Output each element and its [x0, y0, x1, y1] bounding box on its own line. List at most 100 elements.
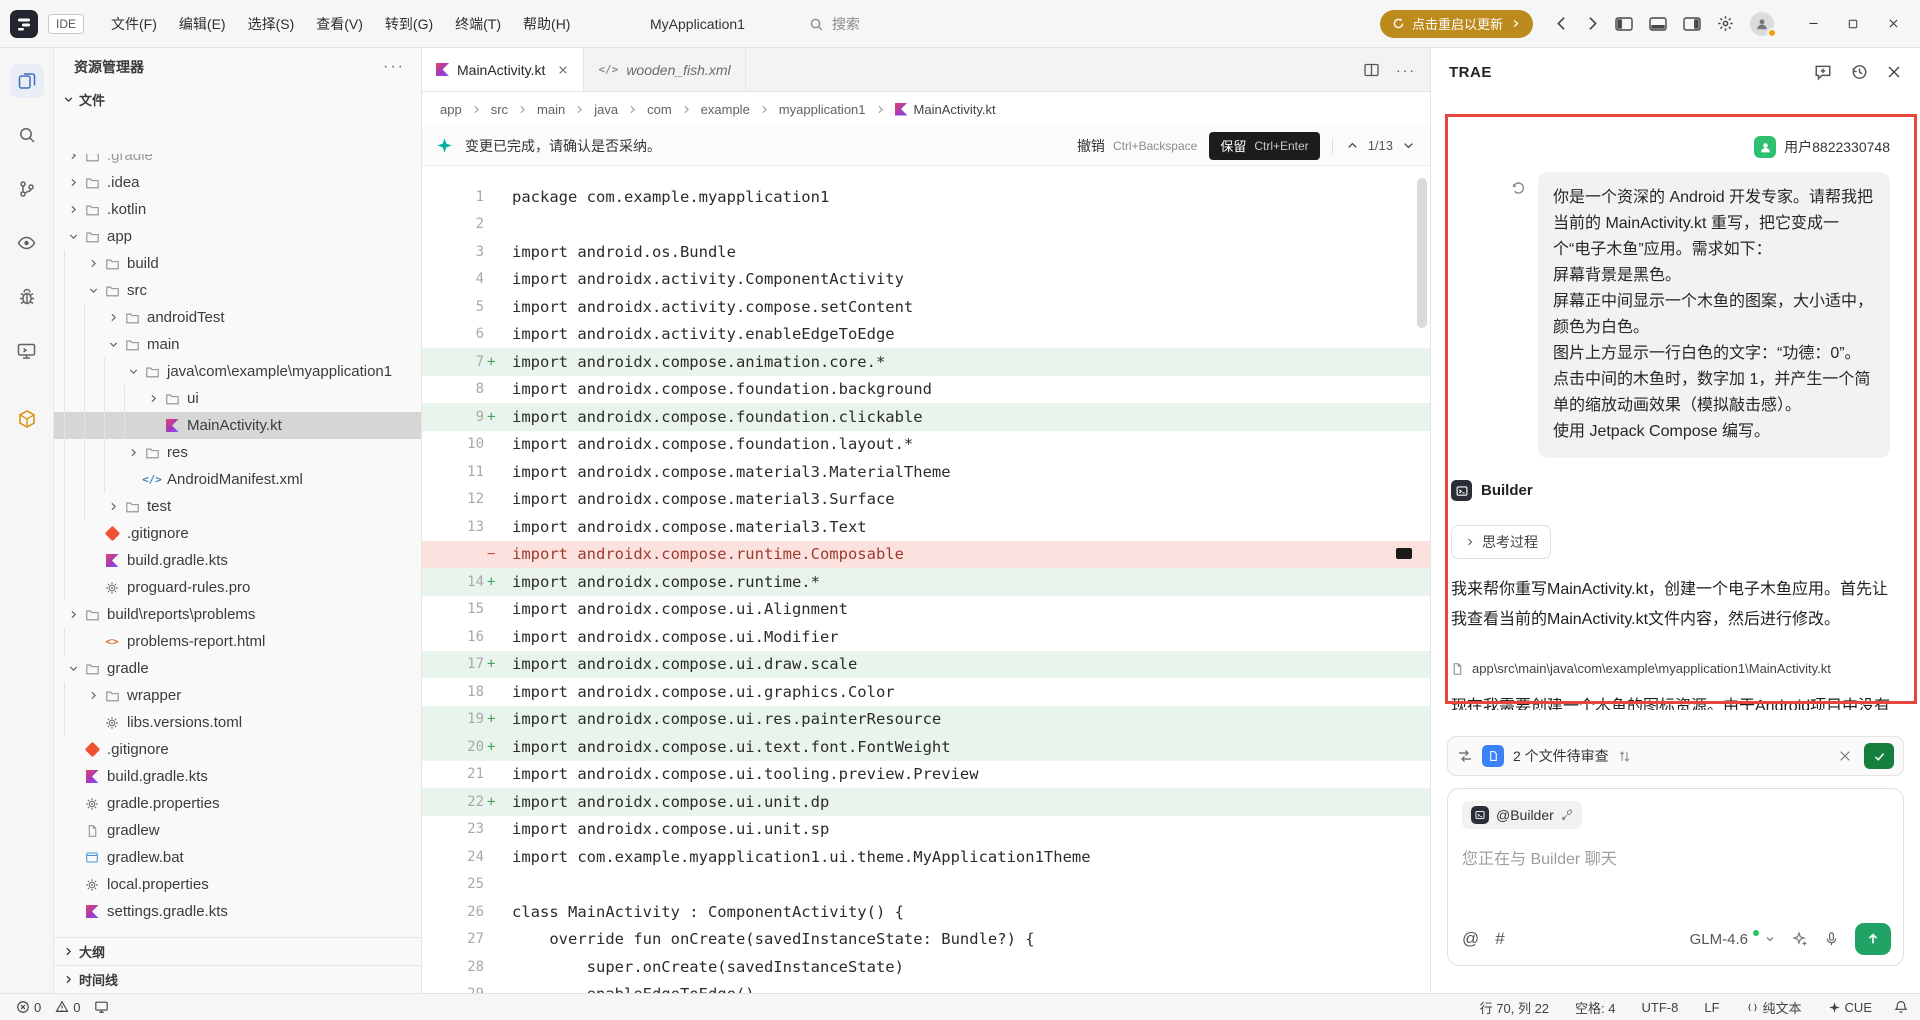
- tree-item-settings.gradle.kts[interactable]: settings.gradle.kts: [54, 898, 421, 925]
- code-line[interactable]: 25: [422, 871, 1430, 899]
- tree-item-gradlew[interactable]: gradlew: [54, 817, 421, 844]
- tree-item-build.gradle.kts[interactable]: build.gradle.kts: [54, 763, 421, 790]
- monitor-icon[interactable]: [90, 1000, 113, 1014]
- tree-item-test[interactable]: test: [54, 493, 421, 520]
- activity-source-control-icon[interactable]: [10, 172, 44, 206]
- code-line[interactable]: 21import androidx.compose.ui.tooling.pre…: [422, 761, 1430, 789]
- editor-scrollbar[interactable]: [1417, 178, 1427, 328]
- tree-item-wrapper[interactable]: wrapper: [54, 682, 421, 709]
- tree-item-.gitignore[interactable]: .gitignore: [54, 520, 421, 547]
- breadcrumb-item[interactable]: java: [594, 102, 618, 117]
- chat-input-box[interactable]: @Builder 您正在与 Builder 聊天 @ # GLM-4.6: [1447, 788, 1904, 966]
- tree-item-main[interactable]: main: [54, 331, 421, 358]
- code-line[interactable]: 5import androidx.activity.compose.setCon…: [422, 293, 1430, 321]
- toggle-left-panel-icon[interactable]: [1615, 16, 1633, 32]
- activity-extensions-icon[interactable]: [10, 402, 44, 436]
- undo-changes-button[interactable]: 撤销: [1077, 136, 1105, 156]
- code-line[interactable]: 4import androidx.activity.ComponentActiv…: [422, 266, 1430, 294]
- breadcrumb-item[interactable]: app: [440, 102, 462, 117]
- hash-context-icon[interactable]: #: [1495, 929, 1504, 949]
- tree-item-build-reports-problems[interactable]: build\reports\problems: [54, 601, 421, 628]
- breadcrumb-item[interactable]: com: [647, 102, 672, 117]
- code-line[interactable]: 28 super.onCreate(savedInstanceState): [422, 953, 1430, 981]
- eol-sequence[interactable]: LF: [1700, 1000, 1723, 1015]
- window-close-button[interactable]: [1876, 9, 1910, 39]
- tree-item-problems-report.html[interactable]: <>problems-report.html: [54, 628, 421, 655]
- code-line[interactable]: 3import android.os.Bundle: [422, 238, 1430, 266]
- breadcrumb-item[interactable]: example: [701, 102, 750, 117]
- menu-item[interactable]: 选择(S): [239, 9, 304, 39]
- tree-item-.gradle[interactable]: .gradle: [54, 154, 421, 169]
- tree-item-.kotlin[interactable]: .kotlin: [54, 196, 421, 223]
- code-line[interactable]: 27 override fun onCreate(savedInstanceSt…: [422, 926, 1430, 954]
- code-line[interactable]: 9+import androidx.compose.foundation.cli…: [422, 403, 1430, 431]
- toggle-right-panel-icon[interactable]: [1683, 16, 1701, 32]
- code-line[interactable]: 19+import androidx.compose.ui.res.painte…: [422, 706, 1430, 734]
- code-line[interactable]: 15import androidx.compose.ui.Alignment: [422, 596, 1430, 624]
- code-line[interactable]: 7+import androidx.compose.animation.core…: [422, 348, 1430, 376]
- chat-input-placeholder[interactable]: 您正在与 Builder 聊天: [1462, 845, 1889, 869]
- diff-review-icon[interactable]: [1457, 748, 1473, 764]
- chat-messages[interactable]: 用户8822330748 你是一个资深的 Android 开发专家。请帮我把当前…: [1431, 96, 1920, 710]
- referenced-file-chip[interactable]: app\src\main\java\com\example\myapplicat…: [1451, 661, 1896, 676]
- restart-update-pill[interactable]: 点击重启以更新: [1380, 10, 1533, 38]
- close-tab-icon[interactable]: [557, 64, 569, 76]
- tree-item-.gitignore[interactable]: .gitignore: [54, 736, 421, 763]
- code-line[interactable]: 12import androidx.compose.material3.Surf…: [422, 486, 1430, 514]
- problems-warnings[interactable]: 0: [51, 1000, 84, 1015]
- tree-item-.idea[interactable]: .idea: [54, 169, 421, 196]
- model-selector[interactable]: GLM-4.6: [1690, 931, 1776, 948]
- tree-item-ui[interactable]: ui: [54, 385, 421, 412]
- tree-item-src[interactable]: src: [54, 277, 421, 304]
- reject-all-icon[interactable]: [1838, 749, 1852, 763]
- editor-tab-wooden_fish.xml[interactable]: </>wooden_fish.xml: [584, 48, 745, 91]
- builder-context-chip[interactable]: @Builder: [1462, 801, 1582, 829]
- tree-item-gradle[interactable]: gradle: [54, 655, 421, 682]
- cursor-position[interactable]: 行 70, 列 22: [1476, 998, 1553, 1017]
- user-avatar[interactable]: [1750, 12, 1774, 36]
- tree-item-mainactivity.kt[interactable]: MainActivity.kt: [54, 412, 421, 439]
- indentation[interactable]: 空格: 4: [1571, 998, 1619, 1017]
- settings-gear-icon[interactable]: [1717, 15, 1734, 32]
- menu-item[interactable]: 帮助(H): [514, 9, 579, 39]
- breadcrumb-item[interactable]: src: [491, 102, 508, 117]
- breadcrumb-item[interactable]: myapplication1: [779, 102, 866, 117]
- code-line[interactable]: 22+import androidx.compose.ui.unit.dp: [422, 788, 1430, 816]
- code-line[interactable]: 29 enableEdgeToEdge(): [422, 981, 1430, 994]
- tree-item-libs.versions.toml[interactable]: libs.versions.toml: [54, 709, 421, 736]
- timeline-section-header[interactable]: 时间线: [54, 965, 421, 993]
- code-line[interactable]: 17+import androidx.compose.ui.draw.scale: [422, 651, 1430, 679]
- notifications-bell-icon[interactable]: [1894, 1000, 1908, 1014]
- mention-icon[interactable]: @: [1462, 929, 1479, 949]
- next-change-button[interactable]: [1401, 138, 1416, 153]
- split-editor-icon[interactable]: [1363, 62, 1380, 78]
- code-line[interactable]: 23import androidx.compose.ui.unit.sp: [422, 816, 1430, 844]
- tree-item-gradlew.bat[interactable]: gradlew.bat: [54, 844, 421, 871]
- tree-item-app[interactable]: app: [54, 223, 421, 250]
- encoding[interactable]: UTF-8: [1638, 1000, 1683, 1015]
- accept-all-button[interactable]: [1864, 743, 1894, 769]
- window-maximize-button[interactable]: [1836, 9, 1870, 39]
- tree-item-res[interactable]: res: [54, 439, 421, 466]
- code-line[interactable]: 18import androidx.compose.ui.graphics.Co…: [422, 678, 1430, 706]
- code-line[interactable]: 20+import androidx.compose.ui.text.font.…: [422, 733, 1430, 761]
- restore-checkpoint-icon[interactable]: [1510, 180, 1526, 196]
- problems-errors[interactable]: 0: [12, 1000, 45, 1015]
- activity-search-icon[interactable]: [10, 118, 44, 152]
- tree-item-androidmanifest.xml[interactable]: </>AndroidManifest.xml: [54, 466, 421, 493]
- tree-item-gradle.properties[interactable]: gradle.properties: [54, 790, 421, 817]
- breadcrumb-item[interactable]: main: [537, 102, 565, 117]
- code-editor[interactable]: 1package com.example.myapplication123imp…: [422, 166, 1430, 993]
- code-line[interactable]: 24import com.example.myapplication1.ui.t…: [422, 843, 1430, 871]
- sort-updown-icon[interactable]: [1618, 750, 1631, 763]
- outline-section-header[interactable]: 大纲: [54, 937, 421, 965]
- code-line[interactable]: 14+import androidx.compose.runtime.*: [422, 568, 1430, 596]
- close-panel-icon[interactable]: [1886, 64, 1902, 80]
- enhance-prompt-icon[interactable]: [1792, 931, 1808, 947]
- breadcrumb-current-file[interactable]: MainActivity.kt: [895, 102, 996, 117]
- code-line[interactable]: 11import androidx.compose.material3.Mate…: [422, 458, 1430, 486]
- tree-item-androidtest[interactable]: androidTest: [54, 304, 421, 331]
- editor-tab-mainactivity.kt[interactable]: MainActivity.kt: [422, 48, 584, 91]
- menu-item[interactable]: 编辑(E): [170, 9, 235, 39]
- app-logo-icon[interactable]: [10, 10, 38, 38]
